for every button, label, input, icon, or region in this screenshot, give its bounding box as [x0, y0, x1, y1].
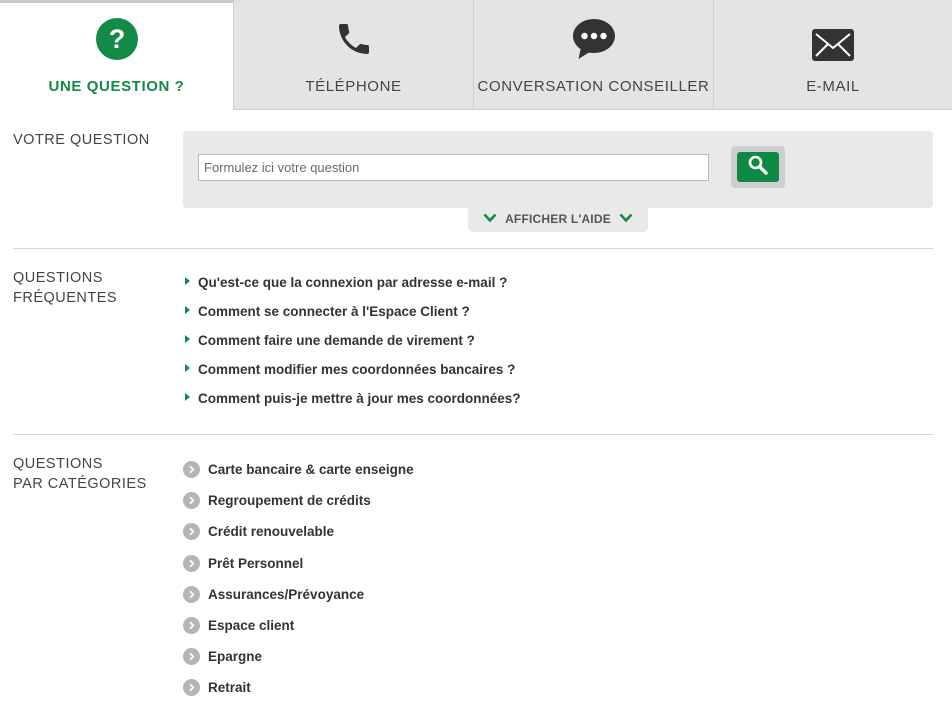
faq-item[interactable]: Comment modifier mes coordonnées bancair…	[185, 361, 521, 390]
faq-list: Qu'est-ce que la connexion par adresse e…	[185, 274, 521, 419]
category-list: Carte bancaire & carte enseigne Regroupe…	[183, 461, 414, 707]
question-circle-icon: ?	[92, 14, 142, 64]
tab-telephone-label: TÉLÉPHONE	[305, 78, 402, 95]
category-item[interactable]: Epargne	[183, 648, 414, 679]
category-item[interactable]: Carte bancaire & carte enseigne	[183, 461, 414, 492]
category-link[interactable]: Prêt Personnel	[208, 555, 303, 572]
faq-title-line1: QUESTIONS	[13, 270, 103, 286]
show-help-toggle[interactable]: AFFICHER L'AIDE	[468, 206, 648, 232]
tab-email[interactable]: E-MAIL	[713, 0, 952, 110]
faq-section-title: QUESTIONS FRÉQUENTES	[13, 268, 117, 308]
faq-link[interactable]: Comment se connecter à l'Espace Client ?	[198, 303, 470, 321]
chevron-right-circle-icon	[183, 585, 200, 603]
categories-title-line1: QUESTIONS	[13, 456, 103, 472]
category-link[interactable]: Assurances/Prévoyance	[208, 586, 364, 603]
category-item[interactable]: Prêt Personnel	[183, 554, 414, 586]
chevron-right-circle-icon	[183, 648, 200, 666]
chevron-right-circle-icon	[183, 461, 200, 478]
chat-bubble-icon	[569, 14, 619, 64]
category-item[interactable]: Espace client	[183, 616, 414, 648]
tab-email-label: E-MAIL	[806, 78, 860, 95]
categories-title-line2: PAR CATÉGORIES	[13, 476, 147, 492]
caret-right-icon	[185, 393, 190, 401]
tab-question-label: UNE QUESTION ?	[48, 78, 185, 95]
faq-item[interactable]: Qu'est-ce que la connexion par adresse e…	[185, 274, 521, 303]
category-link[interactable]: Espace client	[208, 617, 294, 634]
section-divider	[13, 434, 933, 435]
chevron-down-icon	[483, 210, 497, 228]
phone-icon	[329, 14, 379, 64]
tab-conversation[interactable]: CONVERSATION CONSEILLER	[473, 0, 713, 110]
tab-question[interactable]: ? UNE QUESTION ?	[0, 0, 233, 110]
category-link[interactable]: Epargne	[208, 648, 262, 665]
caret-right-icon	[185, 364, 190, 372]
category-item[interactable]: Retrait	[183, 679, 414, 707]
chevron-right-circle-icon	[183, 492, 200, 510]
category-link[interactable]: Retrait	[208, 679, 251, 696]
category-link[interactable]: Regroupement de crédits	[208, 492, 371, 509]
faq-item[interactable]: Comment se connecter à l'Espace Client ?	[185, 303, 521, 332]
tab-telephone[interactable]: TÉLÉPHONE	[233, 0, 473, 110]
chevron-right-circle-icon	[183, 679, 200, 697]
svg-text:?: ?	[108, 24, 125, 54]
faq-link[interactable]: Comment puis-je mettre à jour mes coordo…	[198, 390, 521, 408]
show-help-label: AFFICHER L'AIDE	[505, 212, 611, 226]
category-item[interactable]: Crédit renouvelable	[183, 523, 414, 554]
caret-right-icon	[185, 306, 190, 314]
category-link[interactable]: Carte bancaire & carte enseigne	[208, 461, 414, 478]
chevron-right-circle-icon	[183, 554, 200, 572]
caret-right-icon	[185, 277, 190, 285]
search-button[interactable]	[731, 146, 785, 188]
chevron-right-circle-icon	[183, 616, 200, 634]
faq-title-line2: FRÉQUENTES	[13, 290, 118, 306]
contact-tabs: ? UNE QUESTION ? TÉLÉPHONE CONVERSATION …	[0, 0, 952, 110]
magnifier-icon	[747, 154, 769, 181]
category-item[interactable]: Regroupement de crédits	[183, 492, 414, 523]
faq-item[interactable]: Comment faire une demande de virement ?	[185, 332, 521, 361]
faq-link[interactable]: Comment modifier mes coordonnées bancair…	[198, 361, 515, 379]
faq-item[interactable]: Comment puis-je mettre à jour mes coordo…	[185, 390, 521, 419]
chevron-right-circle-icon	[183, 523, 200, 541]
category-item[interactable]: Assurances/Prévoyance	[183, 585, 414, 617]
search-input[interactable]	[198, 154, 709, 181]
chevron-down-icon	[619, 210, 633, 228]
faq-link[interactable]: Comment faire une demande de virement ?	[198, 332, 475, 350]
categories-section-title: QUESTIONS PAR CATÉGORIES	[13, 454, 147, 494]
category-link[interactable]: Crédit renouvelable	[208, 523, 334, 540]
section-divider	[13, 248, 933, 249]
caret-right-icon	[185, 335, 190, 343]
faq-link[interactable]: Qu'est-ce que la connexion par adresse e…	[198, 274, 507, 292]
envelope-icon	[808, 14, 858, 64]
question-section-title: VOTRE QUESTION	[13, 132, 150, 148]
search-panel	[183, 131, 933, 208]
tab-conversation-label: CONVERSATION CONSEILLER	[477, 78, 710, 95]
